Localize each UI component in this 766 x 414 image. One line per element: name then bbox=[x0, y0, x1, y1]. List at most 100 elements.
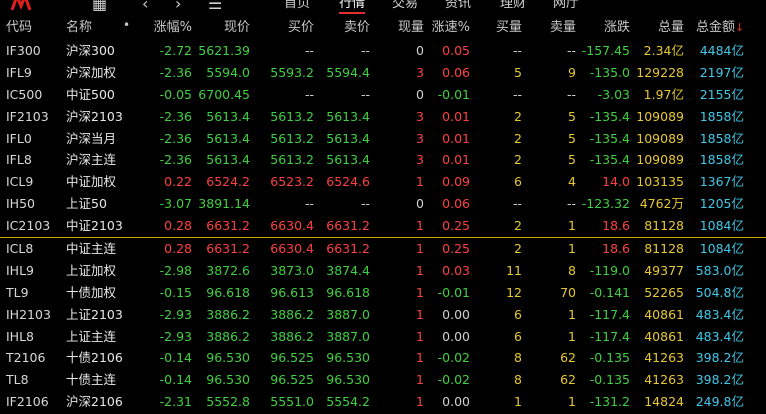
cell-ask: -- bbox=[360, 86, 370, 102]
header-bid-vol[interactable]: 买量 bbox=[496, 20, 522, 36]
cell-price: 3886.2 bbox=[206, 328, 250, 344]
header-speed[interactable]: 涨速% bbox=[432, 20, 470, 36]
cell-speed: 0.00 bbox=[442, 394, 470, 410]
cell-name: 沪深加权 bbox=[66, 64, 117, 80]
cell-ask: 3887.0 bbox=[326, 328, 370, 344]
cell-cur-vol: 0 bbox=[416, 86, 424, 102]
forward-arrow-icon[interactable]: › bbox=[175, 0, 181, 12]
cell-price: 5613.4 bbox=[206, 152, 250, 168]
cell-ask: 96.530 bbox=[326, 350, 370, 366]
header-volume[interactable]: 总量 bbox=[658, 20, 684, 36]
nav-quotes[interactable]: 行情 bbox=[339, 0, 365, 11]
cell-bid-vol: 2 bbox=[514, 218, 522, 234]
header-name[interactable]: 名称 bbox=[66, 20, 92, 36]
back-arrow-icon[interactable]: ‹ bbox=[142, 0, 148, 12]
cell-bid-vol: 1 bbox=[514, 394, 522, 410]
cell-diff: -123.32 bbox=[581, 196, 630, 212]
cell-amount: 483.4亿 bbox=[695, 328, 744, 344]
cell-code: ICL9 bbox=[6, 174, 34, 190]
cell-change-pct: -0.14 bbox=[159, 350, 192, 366]
hamburger-menu-icon[interactable]: ☰ bbox=[208, 0, 222, 12]
cell-cur-vol: 0 bbox=[416, 43, 424, 58]
cell-bid-vol: 6 bbox=[514, 174, 522, 190]
cell-speed: -0.01 bbox=[437, 86, 470, 102]
table-row[interactable]: IFL0 沪深当月 -2.36 5613.4 5613.2 5613.4 3 0.01 2 5 -1… bbox=[0, 128, 766, 150]
table-row[interactable]: TL8 十债主连 -0.14 96.530 96.525 96.530 1 -0.02 8 62-… bbox=[0, 369, 766, 391]
header-change-pct[interactable]: 涨幅% bbox=[154, 20, 192, 36]
cell-ask-vol: 8 bbox=[568, 262, 576, 278]
table-row[interactable]: IF300 沪深300 -2.72 5621.39 -- -- 0 0.05 -- -- -157.… bbox=[0, 40, 766, 62]
table-row[interactable]: IFL8 沪深主连 -2.36 5613.4 5613.2 5613.4 3 0.01 2 5 -1… bbox=[0, 149, 766, 171]
cell-code: IH50 bbox=[6, 196, 35, 212]
cell-bid: 5551.0 bbox=[270, 394, 314, 410]
cell-volume: 129228 bbox=[636, 64, 684, 80]
cell-code: IHL9 bbox=[6, 262, 35, 278]
cell-bid-vol: 11 bbox=[506, 262, 522, 278]
table-row[interactable]: IFL9 沪深加权 -2.36 5594.0 5593.2 5594.4 3 0.06 5 9 -1… bbox=[0, 62, 766, 84]
header-diff[interactable]: 涨跌 bbox=[604, 20, 630, 36]
cell-cur-vol: 1 bbox=[416, 372, 424, 388]
table-row[interactable]: IF2106 沪深2106 -2.31 5552.8 5551.0 5554.2 1 0.00… bbox=[0, 391, 766, 413]
cell-code: IF300 bbox=[6, 43, 41, 58]
table-header: 代码 名称 • 涨幅% 现价 买价 卖价 现量 涨速% 买量 卖量 涨跌 总量 … bbox=[0, 16, 766, 40]
cell-cur-vol: 1 bbox=[416, 394, 424, 410]
cell-amount: 1205亿 bbox=[699, 196, 744, 212]
header-amount[interactable]: 总金额↓ bbox=[696, 20, 744, 36]
cell-price: 6524.2 bbox=[206, 174, 250, 190]
cell-diff: -131.2 bbox=[589, 394, 630, 410]
nav-trade[interactable]: 交易 bbox=[392, 0, 418, 11]
cell-ask-vol: 1 bbox=[568, 218, 576, 234]
cell-price: 96.618 bbox=[206, 284, 250, 300]
header-bid[interactable]: 买价 bbox=[288, 20, 314, 36]
cell-ask: 5613.4 bbox=[326, 130, 370, 146]
header-code[interactable]: 代码 bbox=[6, 20, 32, 36]
grid-icon[interactable]: ▦ bbox=[92, 0, 107, 12]
cell-diff: 18.6 bbox=[602, 218, 630, 234]
cell-ask: 5554.2 bbox=[326, 394, 370, 410]
cell-change-pct: -0.05 bbox=[159, 86, 192, 102]
cell-ask-vol: 1 bbox=[568, 328, 576, 344]
cell-price: 5552.8 bbox=[206, 394, 250, 410]
cell-cur-vol: 1 bbox=[416, 241, 424, 257]
table-row[interactable]: IHL9 上证加权 -2.98 3872.6 3873.0 3874.4 1 0.03 11 8-… bbox=[0, 260, 766, 282]
cell-ask-vol: 62 bbox=[560, 372, 576, 388]
app-logo-icon[interactable] bbox=[10, 0, 32, 12]
nav-hall[interactable]: 网厅 bbox=[553, 0, 579, 11]
cell-name: 上证主连 bbox=[66, 328, 117, 344]
table-row[interactable]: ICL9 中证加权 0.22 6524.2 6523.2 6524.6 1 0.09 6 4 14.… bbox=[0, 171, 766, 193]
cell-price: 5613.4 bbox=[206, 108, 250, 124]
cell-price: 3891.14 bbox=[198, 196, 250, 212]
cell-volume: 40861 bbox=[644, 328, 684, 344]
nav-news[interactable]: 资讯 bbox=[445, 0, 471, 11]
table-row[interactable]: IHL8 上证主连 -2.93 3886.2 3886.2 3887.0 1 0.00 6 1 -1… bbox=[0, 326, 766, 348]
table-row[interactable]: ICL8 中证主连 0.28 6631.2 6630.4 6631.2 1 0.25 2 1 18.… bbox=[0, 238, 766, 260]
table-row[interactable]: T2106 十债2106 -0.14 96.530 96.525 96.530 1 -0.02… bbox=[0, 347, 766, 369]
cell-ask: 5613.4 bbox=[326, 108, 370, 124]
nav-home[interactable]: 首页 bbox=[284, 0, 310, 11]
cell-diff: -117.4 bbox=[589, 306, 630, 322]
cell-volume: 4762万 bbox=[639, 196, 684, 212]
table-row[interactable]: TL9 十债加权 -0.15 96.618 96.613 96.618 1 -0.01 12 70… bbox=[0, 282, 766, 304]
table-row[interactable]: IH2103 上证2103 -2.93 3886.2 3886.2 3887.0 1 0.00… bbox=[0, 304, 766, 326]
cell-diff: -0.141 bbox=[589, 284, 630, 300]
table-row[interactable]: IC500 中证500 -0.05 6700.45 -- -- 0 -0.01 -- -- -3.0… bbox=[0, 84, 766, 106]
cell-change-pct: 0.28 bbox=[164, 241, 192, 257]
cell-speed: 0.00 bbox=[442, 306, 470, 322]
table-row[interactable]: IF2103 沪深2103 -2.36 5613.4 5613.2 5613.4 3 0.01… bbox=[0, 106, 766, 128]
header-price[interactable]: 现价 bbox=[224, 20, 250, 36]
cell-bid: -- bbox=[304, 196, 314, 212]
cell-change-pct: -2.93 bbox=[159, 328, 192, 344]
cell-ask-vol: 1 bbox=[568, 306, 576, 322]
table-row[interactable]: IH50 上证50 -3.07 3891.14 -- -- 0 0.06 -- -- -123.32… bbox=[0, 193, 766, 215]
header-ask-vol[interactable]: 卖量 bbox=[550, 20, 576, 36]
cell-bid: 96.613 bbox=[270, 284, 314, 300]
cell-diff: -135.4 bbox=[589, 130, 630, 146]
header-ask[interactable]: 卖价 bbox=[344, 20, 370, 36]
header-cur-vol[interactable]: 现量 bbox=[398, 20, 424, 36]
nav-finance[interactable]: 理财 bbox=[500, 0, 526, 11]
cell-change-pct: -3.07 bbox=[159, 196, 192, 212]
table-row[interactable]: IC2103 中证2103 0.28 6631.2 6630.4 6631.2 1 0.25 2… bbox=[0, 215, 766, 237]
cell-volume: 109089 bbox=[636, 130, 684, 146]
cell-name: 中证2103 bbox=[66, 218, 123, 234]
cell-speed: 0.01 bbox=[442, 130, 470, 146]
